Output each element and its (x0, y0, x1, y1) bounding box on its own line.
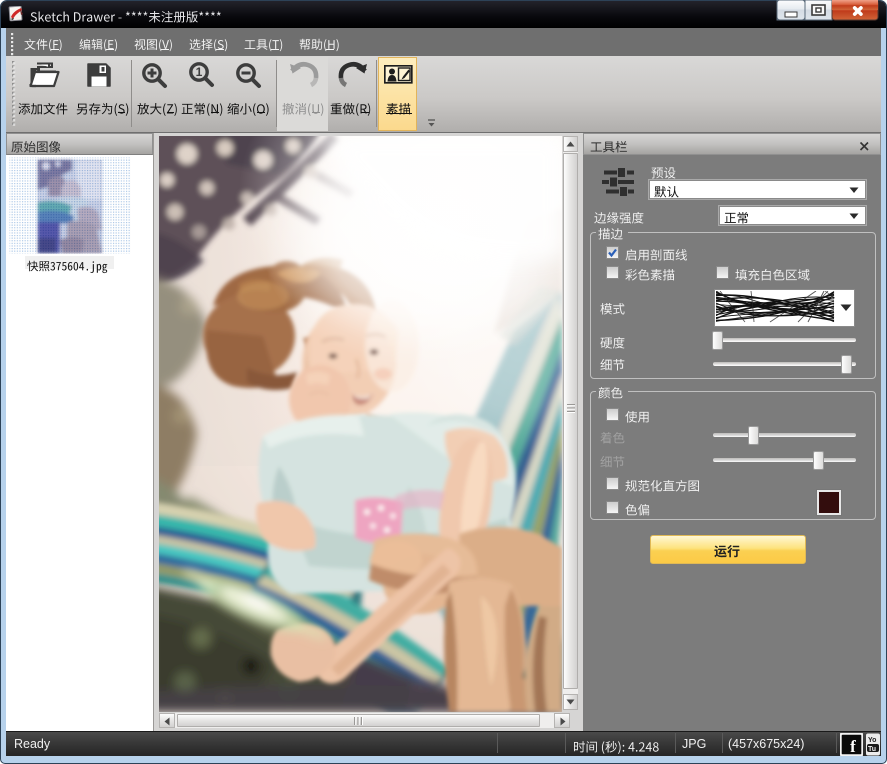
svg-text:Tu: Tu (868, 746, 876, 753)
svg-text:f: f (850, 737, 856, 756)
svg-text:Yo: Yo (868, 737, 876, 744)
svg-text:1: 1 (196, 65, 203, 79)
